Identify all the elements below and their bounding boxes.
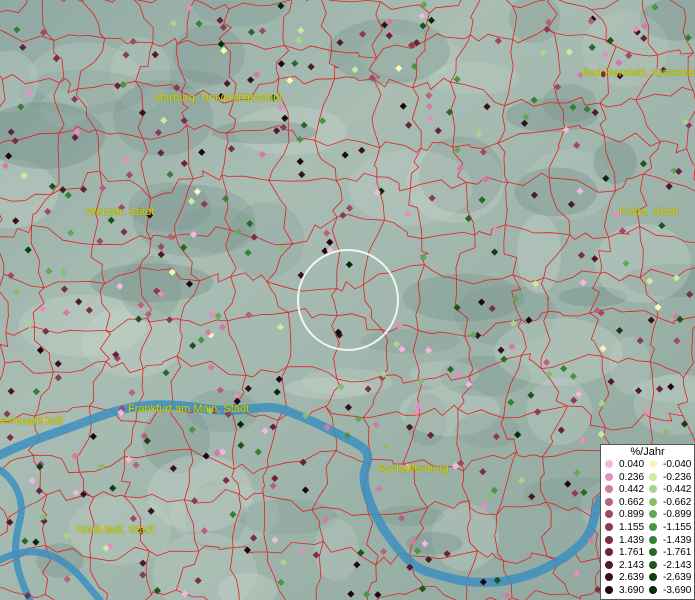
legend-value: 1.439 [619,534,645,546]
legend-swatch [605,573,613,582]
legend-swatch [649,573,657,582]
legend-swatch [605,560,613,569]
legend-swatch [605,548,613,557]
city-label-wetzlar: Wetzlar, Stadt [86,206,155,218]
legend-value: -3.690 [663,585,692,596]
legend-value: 0.040 [619,459,645,470]
legend-value: -0.040 [663,459,692,470]
legend-swatch [605,460,613,468]
legend-value: 2.143 [619,559,645,571]
relief-patch [542,84,597,124]
legend-title: %/Jahr [630,446,665,458]
legend-value: 0.442 [619,484,645,496]
legend-value: -1.761 [663,547,692,559]
legend-swatch [649,523,657,531]
city-label-aschaffenburg: Aschaffenburg [378,463,449,475]
legend-value: 0.236 [619,471,645,483]
city-label-bad-hersfeld: Bad Hersfeld, Kreisstadt [582,67,695,79]
relief-patch [514,167,598,217]
legend-swatch [649,586,657,594]
city-label-fulda: Fulda, Stadt [619,206,679,218]
legend-value: -2.143 [663,559,692,571]
map-view[interactable]: Marburg, Universitätsstadt Bad Hersfeld,… [0,0,695,600]
legend-value: -0.236 [663,471,692,483]
relief-patch [454,412,521,449]
legend-value: -1.155 [663,522,692,533]
legend-swatch [605,485,613,494]
legend-swatch [649,510,657,519]
legend-value: 1.761 [619,547,645,559]
legend-swatch [649,472,657,481]
legend-swatch [649,485,657,494]
legend-value: 2.639 [619,572,645,584]
relief-patch [328,18,450,84]
legend-swatch [605,586,613,594]
relief-patch [120,255,181,323]
city-label-riedstadt: Riedstadt, Stadt [76,524,155,536]
map-canvas[interactable] [0,0,695,600]
legend-value: -0.899 [663,509,692,521]
legend-swatch [649,560,657,569]
legend-value: -0.442 [663,484,692,496]
city-label-wiesbaden: eshauptstadt [0,415,63,427]
relief-patch [593,139,638,185]
legend-value: -1.439 [663,534,692,546]
legend-value: -2.639 [663,572,692,584]
legend-swatch [605,472,613,481]
relief-patch [285,377,374,400]
legend-swatch [605,497,613,506]
legend: %/Jahr 0.040 0.236 0.442 0.662 0.899 1.155 1.4… [600,444,695,600]
legend-swatch [649,497,657,506]
legend-swatch [605,510,613,519]
relief-patch [172,25,245,85]
legend-swatch [649,548,657,557]
legend-value: 3.690 [619,585,645,596]
legend-swatch [649,460,657,468]
legend-value: 0.662 [619,496,645,508]
legend-value: 0.899 [619,509,645,521]
legend-swatch [605,523,613,531]
city-label-frankfurt: Frankfurt am Main, Stadt [128,403,250,415]
relief-patch [178,206,257,253]
legend-value: 1.155 [619,522,645,533]
city-label-marburg: Marburg, Universitätsstadt [154,92,283,104]
legend-value: -0.662 [663,496,692,508]
legend-swatch [649,535,657,544]
relief-patch [517,214,562,294]
legend-swatch [605,535,613,544]
